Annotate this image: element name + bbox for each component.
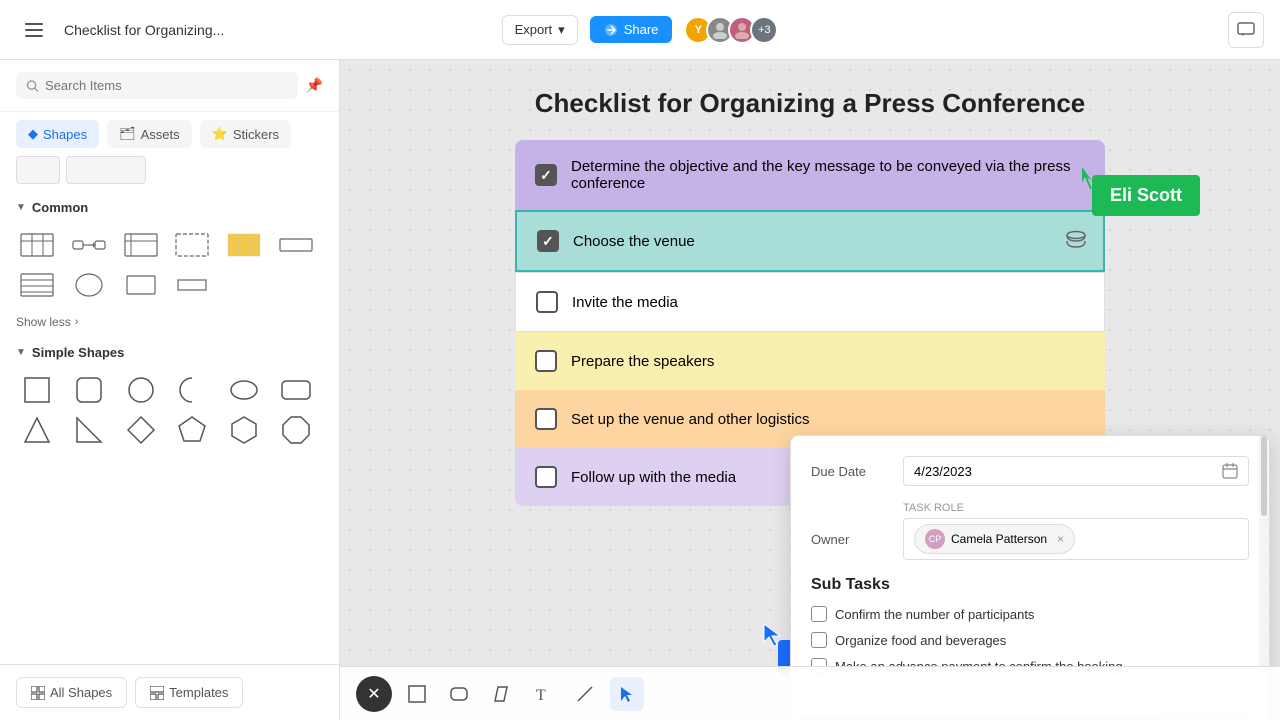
avatar-group: Y +3 xyxy=(684,16,778,44)
scrollbar-thumb[interactable] xyxy=(1261,436,1267,516)
checkbox-4[interactable] xyxy=(535,350,557,372)
shape-square[interactable] xyxy=(16,372,58,408)
shape-diamond[interactable] xyxy=(120,412,162,448)
checkbox-2[interactable] xyxy=(537,230,559,252)
comment-button[interactable] xyxy=(1228,12,1264,48)
tool-line[interactable] xyxy=(568,677,602,711)
all-shapes-button[interactable]: All Shapes xyxy=(16,677,127,708)
tool-rounded-rect[interactable] xyxy=(442,677,476,711)
panel-bottom-tabs: All Shapes Templates xyxy=(0,664,339,720)
grid-icon xyxy=(31,686,45,700)
view-toggle-1[interactable] xyxy=(16,156,60,184)
task-panel-content: Due Date 4/23/2023 TASK ROLE Owner CP xyxy=(791,436,1269,704)
shape-pentagon[interactable] xyxy=(171,412,213,448)
shape-rounded-square[interactable] xyxy=(68,372,110,408)
shape-list[interactable] xyxy=(120,227,162,263)
tool-pointer[interactable] xyxy=(610,677,644,711)
pin-button[interactable]: 📌 xyxy=(306,77,323,94)
search-icon xyxy=(26,79,39,93)
shape-striped[interactable] xyxy=(16,267,58,303)
main-layout: 📌 ◆ Shapes 🗂 Assets ⭐ Stickers ▼ Common xyxy=(0,60,1280,720)
share-button[interactable]: Share xyxy=(590,16,673,43)
eli-scott-area: Eli Scott xyxy=(1092,175,1200,216)
search-input-wrap xyxy=(16,72,298,99)
db-icon[interactable] xyxy=(1065,230,1087,252)
due-date-label: Due Date xyxy=(811,464,891,479)
eli-tooltip: Eli Scott xyxy=(1092,175,1200,216)
simple-shapes-grid xyxy=(0,368,339,456)
tab-shapes[interactable]: ◆ Shapes xyxy=(16,120,99,148)
shape-grid[interactable] xyxy=(223,227,265,263)
show-less-button[interactable]: Common Show less › xyxy=(0,311,339,337)
template-icon xyxy=(150,686,164,700)
owner-label: Owner xyxy=(811,532,891,547)
menu-button[interactable] xyxy=(16,12,52,48)
rory-cursor-icon xyxy=(760,620,788,648)
shape-right-triangle[interactable] xyxy=(68,412,110,448)
task-role-label: TASK ROLE xyxy=(811,502,1249,514)
subtask-checkbox-2[interactable] xyxy=(811,632,827,648)
checklist-item-2: Choose the venue xyxy=(515,210,1105,272)
tab-assets[interactable]: 🗂 Assets xyxy=(107,120,192,148)
svg-text:T: T xyxy=(536,687,546,703)
subtask-item-1: Confirm the number of participants xyxy=(811,606,1249,622)
shape-rect-outline[interactable] xyxy=(120,267,162,303)
shape-tabs: ◆ Shapes 🗂 Assets ⭐ Stickers xyxy=(0,112,339,156)
subtask-checkbox-1[interactable] xyxy=(811,606,827,622)
simple-shapes-header[interactable]: ▼ Simple Shapes xyxy=(0,337,339,368)
subtask-item-2: Organize food and beverages xyxy=(811,632,1249,648)
checklist-item-1: Determine the objective and the key mess… xyxy=(515,140,1105,210)
checkbox-5[interactable] xyxy=(535,408,557,430)
checklist-item-4: Prepare the speakers xyxy=(515,332,1105,390)
checklist-title: Checklist for Organizing a Press Confere… xyxy=(535,88,1086,119)
owner-avatar: CP xyxy=(925,529,945,549)
eli-cursor-icon xyxy=(1078,163,1108,189)
tab-stickers[interactable]: ⭐ Stickers xyxy=(200,120,291,148)
due-date-value: 4/23/2023 xyxy=(903,456,1249,486)
checkbox-6[interactable] xyxy=(535,466,557,488)
calendar-icon[interactable] xyxy=(1222,463,1238,479)
owner-value: CP Camela Patterson × xyxy=(903,518,1249,560)
tool-rectangle[interactable] xyxy=(400,677,434,711)
shape-table[interactable] xyxy=(16,227,58,263)
shape-triangle[interactable] xyxy=(16,412,58,448)
shape-circle-simple[interactable] xyxy=(120,372,162,408)
shape-crescent[interactable] xyxy=(171,372,213,408)
due-date-row: Due Date 4/23/2023 xyxy=(811,456,1249,486)
shape-circle[interactable] xyxy=(68,267,110,303)
checkbox-1[interactable] xyxy=(535,164,557,186)
remove-owner-button[interactable]: × xyxy=(1057,532,1064,546)
checklist-item-3: Invite the media xyxy=(515,272,1105,332)
left-panel: 📌 ◆ Shapes 🗂 Assets ⭐ Stickers ▼ Common xyxy=(0,60,340,720)
collapse-arrow-2: ▼ xyxy=(16,347,26,358)
shape-hexagon[interactable] xyxy=(223,412,265,448)
canvas-area: Checklist for Organizing a Press Confere… xyxy=(340,60,1280,720)
owner-row: Owner CP Camela Patterson × xyxy=(811,518,1249,560)
avatar-count: +3 xyxy=(750,16,778,44)
subtasks-title: Sub Tasks xyxy=(811,576,1249,594)
view-toggle-2[interactable] xyxy=(66,156,146,184)
export-button[interactable]: Export ▾ xyxy=(502,15,578,45)
shape-ellipse[interactable] xyxy=(223,372,265,408)
shape-rect-wide[interactable] xyxy=(171,267,213,303)
shape-connector[interactable] xyxy=(68,227,110,263)
common-shapes-grid xyxy=(0,223,339,311)
shape-rrect[interactable] xyxy=(275,372,317,408)
common-section-header[interactable]: ▼ Common xyxy=(0,192,339,223)
collapse-arrow: ▼ xyxy=(16,202,26,213)
search-area: 📌 xyxy=(0,60,339,112)
shape-dashed[interactable] xyxy=(171,227,213,263)
checkbox-3[interactable] xyxy=(536,291,558,313)
close-button[interactable]: ✕ xyxy=(356,676,392,712)
document-title: Checklist for Organizing... xyxy=(64,22,490,38)
bottom-toolbar: ✕ T xyxy=(340,666,1280,720)
tool-parallelogram[interactable] xyxy=(484,677,518,711)
templates-button[interactable]: Templates xyxy=(135,677,243,708)
tool-text[interactable]: T xyxy=(526,677,560,711)
shape-octagon[interactable] xyxy=(275,412,317,448)
topbar: Checklist for Organizing... Export ▾ Sha… xyxy=(0,0,1280,60)
shape-wide-rect[interactable] xyxy=(275,227,317,263)
search-input[interactable] xyxy=(45,78,288,93)
owner-chip: CP Camela Patterson × xyxy=(914,524,1075,554)
